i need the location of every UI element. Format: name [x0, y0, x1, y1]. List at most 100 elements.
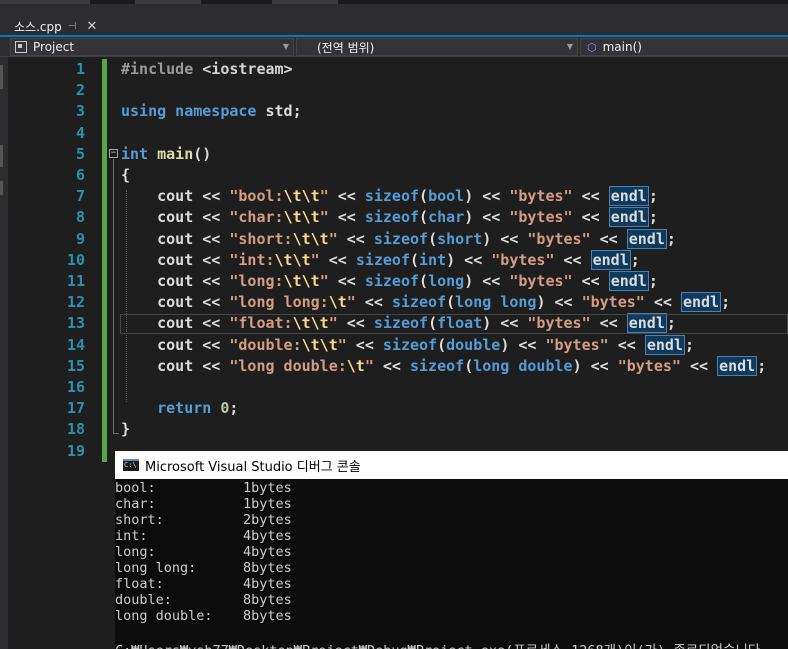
code-token: "	[337, 335, 347, 354]
code-token: sizeof	[410, 356, 465, 375]
code-line[interactable]: {	[121, 166, 130, 184]
code-line[interactable]: using namespace std;	[121, 102, 302, 120]
code-line[interactable]: cout << "short:\t\t" << sizeof(short) <<…	[121, 228, 676, 249]
code-token: <<	[572, 187, 609, 206]
code-line[interactable]: cout << "long double:\t" << sizeof(long …	[121, 355, 766, 376]
code-line[interactable]: cout << "long long:\t" << sizeof(long lo…	[121, 292, 730, 313]
code-token: (	[446, 293, 456, 312]
navigation-bar: Project ▼ (전역 범위) ▼ ⬡ main()	[0, 37, 788, 57]
code-token: <<	[328, 272, 365, 290]
code-token: ) <<	[482, 229, 528, 248]
code-token: cout <<	[121, 208, 230, 227]
console-app-icon: C:\	[123, 459, 139, 471]
code-token: "bool:	[229, 187, 284, 206]
code-line[interactable]: #include <iostream>	[121, 60, 293, 78]
code-token: sizeof	[364, 272, 420, 290]
line-number: 4	[75, 123, 85, 142]
code-line[interactable]: cout << "bool:\t\t" << sizeof(bool) << "…	[121, 186, 658, 207]
code-token: \t\t	[283, 272, 320, 290]
console-type-label: long long:	[115, 560, 197, 576]
console-type-label: float:	[115, 576, 164, 592]
line-number: 8	[75, 208, 85, 227]
line-number: 3	[75, 102, 85, 121]
project-dropdown-label: Project	[33, 40, 75, 54]
code-token: "bytes"	[509, 187, 573, 206]
code-token: <<	[554, 250, 591, 269]
debug-console-window[interactable]: C:\ Microsoft Visual Studio 디버그 콘솔 bool:…	[115, 451, 788, 649]
code-line[interactable]: cout << "int:\t\t" << sizeof(int) << "by…	[121, 249, 640, 270]
scope-dropdown-label: (전역 범위)	[317, 40, 375, 55]
code-token: "	[310, 250, 320, 269]
endl-highlight: endl	[644, 334, 685, 355]
code-token: "	[364, 356, 374, 375]
code-token: <<	[590, 229, 627, 248]
code-token: ;	[630, 250, 640, 269]
code-token: "long double:	[229, 356, 347, 375]
console-title-bar[interactable]: C:\ Microsoft Visual Studio 디버그 콘솔	[115, 451, 788, 479]
console-type-label: char:	[115, 496, 156, 512]
code-line[interactable]: cout << "char:\t\t" << sizeof(char) << "…	[121, 207, 658, 228]
indent-guide	[126, 190, 127, 402]
code-token: double	[446, 335, 501, 354]
code-token: "bytes"	[545, 335, 609, 354]
console-size-value: 2bytes	[243, 512, 292, 528]
code-token: \t	[346, 356, 365, 375]
current-line-highlight	[120, 314, 788, 334]
code-token: <<	[355, 293, 392, 312]
endl-highlight: endl	[590, 249, 631, 270]
document-tab-bar: 소스.cpp ⊣ ✕	[0, 0, 788, 37]
code-token: sizeof	[355, 250, 410, 269]
console-type-label: long:	[115, 544, 156, 560]
code-token: (	[428, 229, 438, 248]
code-token: cout <<	[121, 250, 230, 269]
line-number: 11	[66, 272, 85, 290]
code-token: #include	[121, 60, 203, 78]
code-token: \t\t	[274, 250, 311, 269]
code-token: "bytes"	[509, 272, 573, 290]
code-token: ) <<	[446, 250, 492, 269]
code-line[interactable]: }	[121, 420, 130, 438]
chevron-down-icon: ▼	[566, 42, 573, 51]
code-token: "bytes"	[509, 208, 573, 227]
code-token: <<	[572, 272, 609, 290]
tab-source-cpp[interactable]: 소스.cpp ⊣ ✕	[8, 16, 104, 37]
code-token: <<	[337, 229, 374, 248]
code-token: ;	[229, 399, 239, 418]
code-token: <<	[373, 356, 410, 375]
code-token: \t	[328, 293, 347, 312]
console-size-value: 8bytes	[243, 560, 292, 576]
code-token: cout <<	[121, 335, 230, 354]
line-number: 2	[75, 81, 85, 100]
code-token: \t\t	[283, 187, 320, 206]
code-token: {	[121, 166, 131, 184]
code-token: "char:	[229, 208, 284, 227]
collapse-main-icon[interactable]: −	[109, 149, 118, 158]
code-line[interactable]: int main()	[121, 145, 211, 163]
member-dropdown[interactable]: ⬡ main()	[580, 38, 788, 56]
endl-highlight: endl	[717, 355, 758, 376]
console-size-value: 4bytes	[243, 544, 292, 560]
code-line[interactable]: return 0;	[121, 399, 238, 417]
project-dropdown[interactable]: Project ▼	[10, 38, 294, 56]
pin-icon[interactable]: ⊣	[68, 21, 77, 32]
code-token: <<	[572, 208, 609, 227]
close-icon[interactable]: ✕	[86, 19, 97, 34]
code-token: char	[428, 208, 465, 227]
console-title: Microsoft Visual Studio 디버그 콘솔	[145, 459, 361, 475]
line-number: 7	[75, 187, 85, 206]
console-output: bool: 1bytes char: 1bytes short: 2bytes int: 4b…	[115, 479, 788, 649]
code-line[interactable]: cout << "double:\t\t" << sizeof(double) …	[121, 334, 694, 355]
code-token: long long	[455, 293, 537, 312]
console-size-value: 1bytes	[243, 480, 292, 496]
code-line[interactable]: cout << "long:\t\t" << sizeof(long) << "…	[121, 271, 658, 291]
scope-dropdown[interactable]: (전역 범위) ▼	[296, 38, 578, 56]
code-token: <<	[680, 356, 718, 375]
fold-range-end	[113, 433, 119, 434]
code-token: main	[157, 144, 194, 163]
code-token: ) <<	[464, 208, 510, 227]
code-token: "	[319, 208, 329, 227]
console-size-value: 1bytes	[243, 496, 292, 512]
code-token: "bytes"	[491, 250, 555, 269]
code-token: sizeof	[373, 229, 429, 248]
code-token: (	[410, 250, 420, 269]
